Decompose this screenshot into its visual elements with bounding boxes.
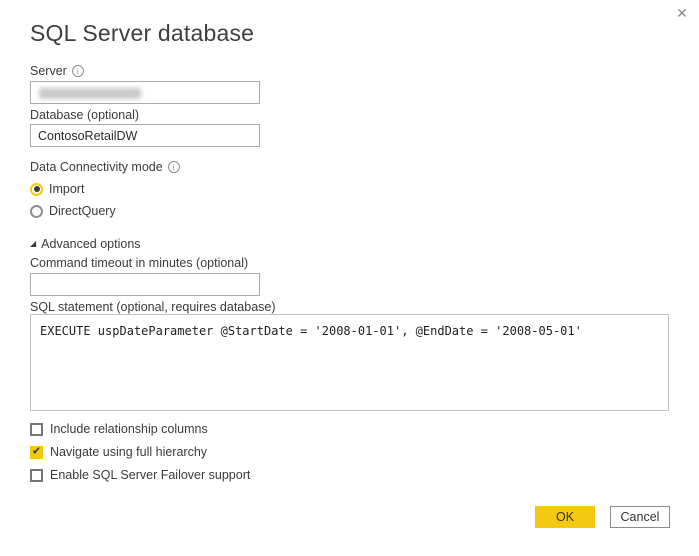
radio-selected-icon[interactable] xyxy=(30,182,43,196)
checkbox-unchecked-icon[interactable] xyxy=(30,468,43,482)
dialog-title: SQL Server database xyxy=(30,20,255,46)
database-input[interactable] xyxy=(30,124,260,147)
radio-directquery-label: DirectQuery xyxy=(49,204,116,218)
database-label: Database (optional) xyxy=(30,108,140,122)
redacted-server-value xyxy=(39,88,141,99)
ok-button[interactable]: OK xyxy=(535,506,595,528)
advanced-options-expander[interactable]: ◢ Advanced options xyxy=(30,237,141,251)
checkbox-label: Include relationship columns xyxy=(50,422,208,436)
sql-statement-textarea[interactable]: EXECUTE uspDateParameter @StartDate = '2… xyxy=(30,314,669,411)
checkbox-enable-failover-support[interactable]: Enable SQL Server Failover support xyxy=(30,468,250,482)
close-icon[interactable]: ✕ xyxy=(673,4,691,22)
advanced-options-label: Advanced options xyxy=(41,237,141,251)
expander-triangle-icon: ◢ xyxy=(30,239,37,248)
radio-unselected-icon[interactable] xyxy=(30,204,43,218)
server-label: Server i xyxy=(30,64,84,78)
checkbox-unchecked-icon[interactable] xyxy=(30,422,43,436)
info-icon[interactable]: i xyxy=(167,161,180,173)
sql-statement-label: SQL statement (optional, requires databa… xyxy=(30,300,276,314)
cancel-button[interactable]: Cancel xyxy=(610,506,670,528)
sql-server-database-dialog: ✕ SQL Server database Server i Database … xyxy=(0,0,699,556)
server-input[interactable] xyxy=(30,81,260,104)
command-timeout-input[interactable] xyxy=(30,273,260,296)
radio-directquery[interactable]: DirectQuery xyxy=(30,204,116,218)
server-label-text: Server xyxy=(30,64,67,78)
info-icon[interactable]: i xyxy=(71,65,84,77)
checkbox-navigate-full-hierarchy[interactable]: ✔ Navigate using full hierarchy xyxy=(30,445,207,459)
connectivity-mode-label: Data Connectivity mode i xyxy=(30,160,180,174)
radio-import[interactable]: Import xyxy=(30,182,84,196)
connectivity-mode-label-text: Data Connectivity mode xyxy=(30,160,163,174)
checkbox-label: Navigate using full hierarchy xyxy=(50,445,208,459)
checkbox-checked-icon[interactable]: ✔ xyxy=(30,445,43,459)
radio-import-label: Import xyxy=(49,182,85,196)
command-timeout-label: Command timeout in minutes (optional) xyxy=(30,256,249,270)
checkmark-icon: ✔ xyxy=(31,445,42,457)
checkbox-label: Enable SQL Server Failover support xyxy=(50,468,251,482)
checkbox-include-relationship-columns[interactable]: Include relationship columns xyxy=(30,422,208,436)
